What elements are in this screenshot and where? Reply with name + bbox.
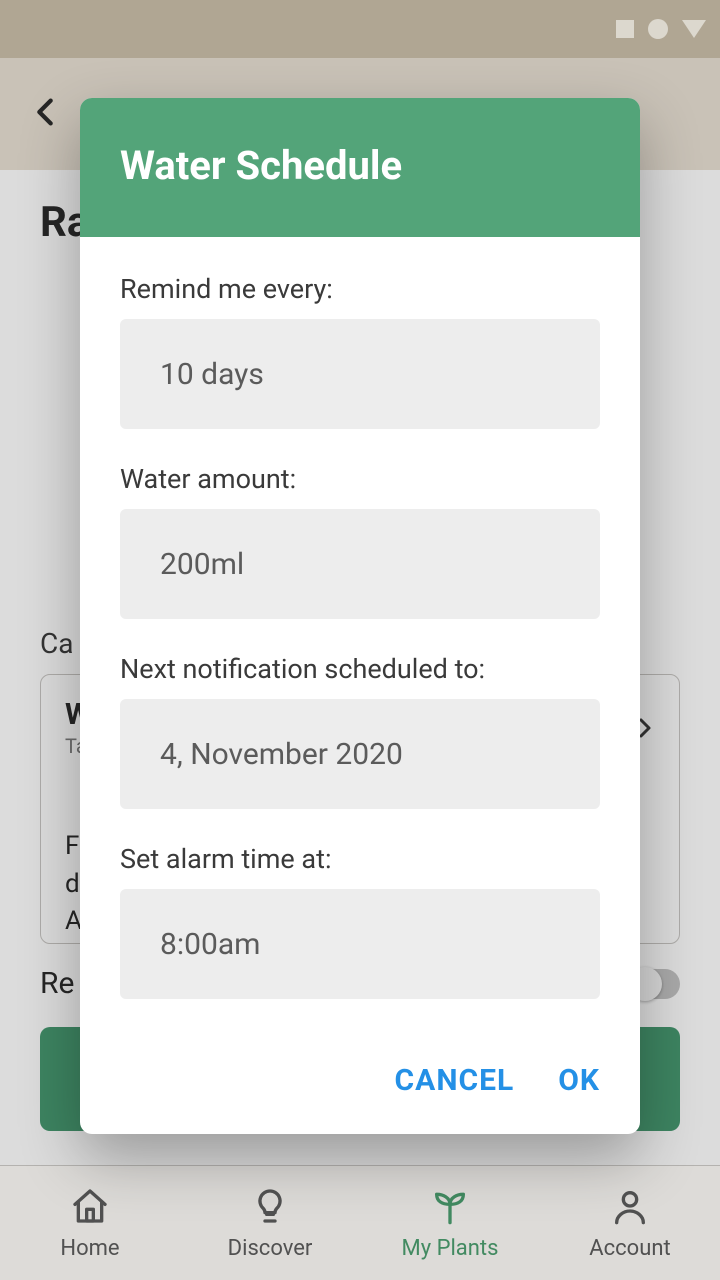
dialog-actions: CANCEL OK: [80, 1043, 640, 1134]
remind-input[interactable]: 10 days: [120, 319, 600, 429]
alarm-time-input[interactable]: 8:00am: [120, 889, 600, 999]
field-alarm: Set alarm time at: 8:00am: [120, 843, 600, 999]
field-amount: Water amount: 200ml: [120, 463, 600, 619]
dialog-body: Remind me every: 10 days Water amount: 2…: [80, 237, 640, 1043]
field-next: Next notification scheduled to: 4, Novem…: [120, 653, 600, 809]
next-date-input[interactable]: 4, November 2020: [120, 699, 600, 809]
ok-button[interactable]: OK: [558, 1063, 600, 1098]
field-remind-label: Remind me every:: [120, 273, 600, 305]
amount-input[interactable]: 200ml: [120, 509, 600, 619]
field-amount-label: Water amount:: [120, 463, 600, 495]
field-alarm-label: Set alarm time at:: [120, 843, 600, 875]
dialog-header: Water Schedule: [80, 98, 640, 237]
cancel-button[interactable]: CANCEL: [395, 1063, 515, 1098]
field-remind: Remind me every: 10 days: [120, 273, 600, 429]
dialog-title: Water Schedule: [120, 142, 600, 189]
field-next-label: Next notification scheduled to:: [120, 653, 600, 685]
water-schedule-dialog: Water Schedule Remind me every: 10 days …: [80, 98, 640, 1134]
